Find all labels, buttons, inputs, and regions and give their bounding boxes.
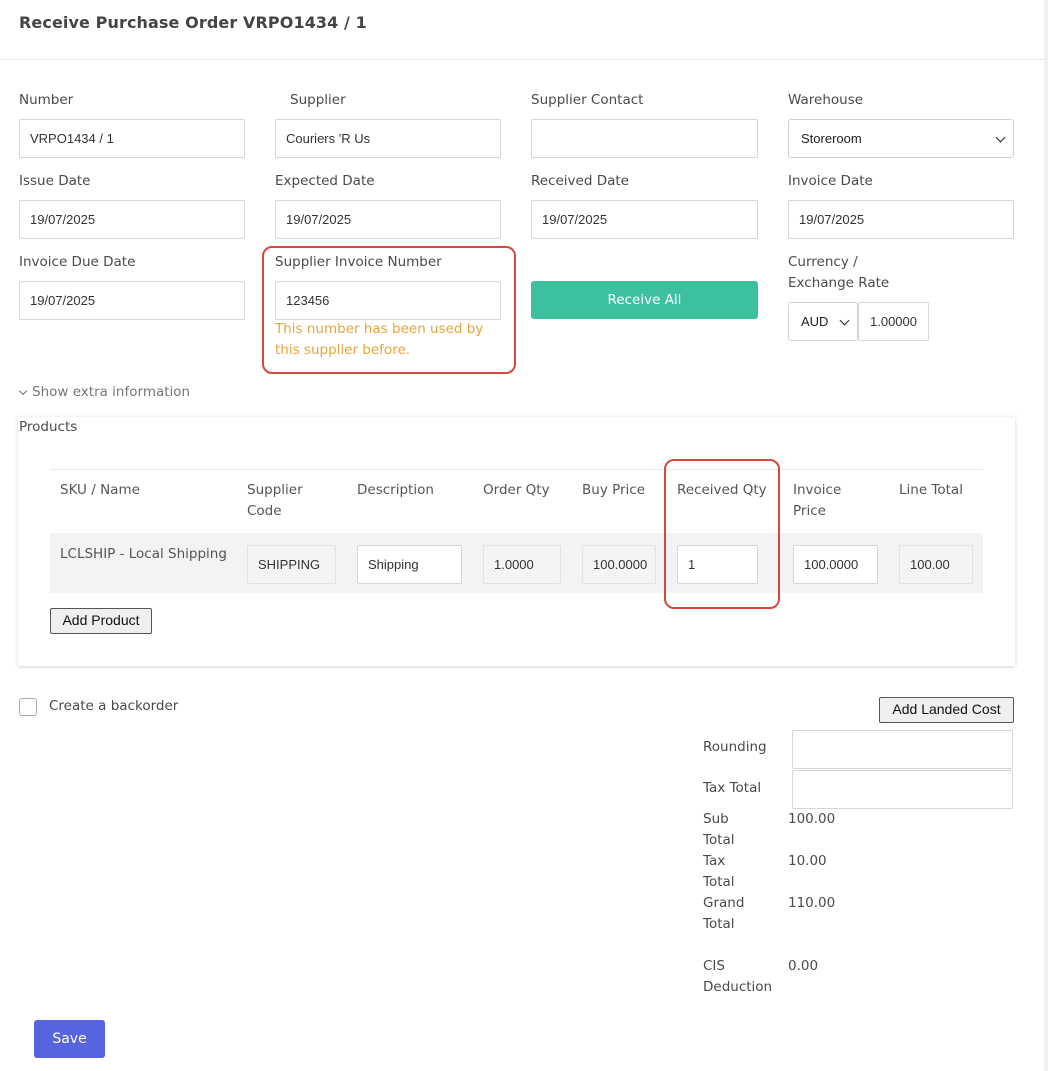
receive-all-button[interactable]: Receive All bbox=[531, 281, 758, 319]
save-button[interactable]: Save bbox=[34, 1020, 105, 1058]
rounding-field[interactable] bbox=[792, 730, 1013, 769]
number-label: Number bbox=[19, 92, 74, 108]
row-buy-price-field[interactable]: 100.0000 bbox=[582, 545, 656, 584]
show-extra-info-toggle[interactable]: Show extra information bbox=[18, 382, 191, 403]
sub-total-value: 100.00 bbox=[788, 811, 836, 827]
add-landed-cost-button[interactable]: Add Landed Cost bbox=[879, 697, 1014, 723]
grand-total-label-l1: Grand bbox=[703, 895, 745, 911]
row-description-field[interactable]: Shipping bbox=[357, 545, 462, 584]
duplicate-invoice-warning-line2: this supplier before. bbox=[275, 342, 411, 358]
col-supplier-code-l1: Supplier bbox=[247, 482, 303, 498]
tax-label-l1: Tax bbox=[703, 853, 726, 869]
expected-date-field[interactable]: 19/07/2025 bbox=[275, 200, 501, 239]
received-date-label: Received Date bbox=[531, 173, 629, 189]
supplier-contact-label: Supplier Contact bbox=[531, 92, 644, 108]
table-header-divider bbox=[50, 469, 983, 470]
col-line-total: Line Total bbox=[899, 482, 963, 498]
col-sku-name: SKU / Name bbox=[60, 482, 140, 498]
invoice-due-date-field[interactable]: 19/07/2025 bbox=[19, 281, 245, 320]
warehouse-label: Warehouse bbox=[788, 92, 864, 108]
grand-total-label-l2: Total bbox=[703, 916, 735, 932]
col-invoice-price-l2: Price bbox=[793, 503, 826, 519]
supplier-invoice-number-label: Supplier Invoice Number bbox=[275, 254, 442, 270]
row-sku-name: LCLSHIP - Local Shipping bbox=[60, 546, 227, 562]
exchange-rate-field[interactable]: 1.00000 bbox=[858, 302, 929, 341]
chevron-down-icon bbox=[995, 132, 1006, 143]
col-supplier-code-l2: Code bbox=[247, 503, 282, 519]
col-buy-price: Buy Price bbox=[582, 482, 646, 498]
col-order-qty: Order Qty bbox=[483, 482, 550, 498]
warehouse-select[interactable]: Storeroom bbox=[788, 119, 1014, 158]
chevron-down-icon bbox=[839, 315, 850, 326]
row-line-total-field[interactable]: 100.00 bbox=[899, 545, 973, 584]
create-backorder-checkbox[interactable] bbox=[19, 698, 37, 716]
page-title: Receive Purchase Order VRPO1434 / 1 bbox=[19, 13, 367, 32]
received-date-field[interactable]: 19/07/2025 bbox=[531, 200, 758, 239]
expected-date-label: Expected Date bbox=[275, 173, 375, 189]
create-backorder-label: Create a backorder bbox=[49, 698, 179, 714]
received-qty-highlight bbox=[664, 459, 780, 609]
rounding-label: Rounding bbox=[703, 739, 767, 755]
col-invoice-price-l1: Invoice bbox=[793, 482, 842, 498]
invoice-date-field[interactable]: 19/07/2025 bbox=[788, 200, 1014, 239]
duplicate-invoice-warning-line1: This number has been used by bbox=[275, 321, 484, 337]
row-order-qty-field[interactable]: 1.0000 bbox=[483, 545, 561, 584]
supplier-contact-field[interactable] bbox=[531, 119, 758, 158]
tax-label-l2: Total bbox=[703, 874, 735, 890]
supplier-label: Supplier bbox=[290, 92, 346, 108]
row-supplier-code-field[interactable]: SHIPPING bbox=[247, 545, 336, 584]
currency-label-line2: Exchange Rate bbox=[788, 275, 890, 291]
sub-total-label-l1: Sub bbox=[703, 811, 729, 827]
sub-total-label-l2: Total bbox=[703, 832, 735, 848]
invoice-date-label: Invoice Date bbox=[788, 173, 873, 189]
warehouse-selected: Storeroom bbox=[801, 131, 862, 146]
header-divider bbox=[0, 59, 1044, 60]
issue-date-label: Issue Date bbox=[19, 173, 91, 189]
products-heading: Products bbox=[19, 419, 78, 435]
add-product-button[interactable]: Add Product bbox=[50, 608, 152, 634]
cis-label-l2: Deduction bbox=[703, 979, 773, 995]
tax-value: 10.00 bbox=[788, 853, 827, 869]
cis-value: 0.00 bbox=[788, 958, 819, 974]
number-field[interactable]: VRPO1434 / 1 bbox=[19, 119, 245, 158]
supplier-field[interactable]: Couriers 'R Us bbox=[275, 119, 501, 158]
cis-label-l1: CIS bbox=[703, 958, 725, 974]
col-description: Description bbox=[357, 482, 434, 498]
tax-total-field[interactable] bbox=[792, 770, 1013, 809]
supplier-invoice-number-field[interactable]: 123456 bbox=[275, 281, 501, 320]
tax-total-label: Tax Total bbox=[703, 780, 762, 796]
grand-total-value: 110.00 bbox=[788, 895, 836, 911]
row-invoice-price-field[interactable]: 100.0000 bbox=[793, 545, 878, 584]
chevron-down-icon bbox=[18, 386, 28, 395]
currency-select[interactable]: AUD bbox=[788, 302, 858, 341]
show-extra-info-label: Show extra information bbox=[32, 384, 191, 400]
currency-label-line1: Currency / bbox=[788, 254, 858, 270]
issue-date-field[interactable]: 19/07/2025 bbox=[19, 200, 245, 239]
currency-selected: AUD bbox=[801, 314, 829, 329]
invoice-due-date-label: Invoice Due Date bbox=[19, 254, 136, 270]
right-edge-scrollbar[interactable] bbox=[1044, 0, 1048, 1071]
